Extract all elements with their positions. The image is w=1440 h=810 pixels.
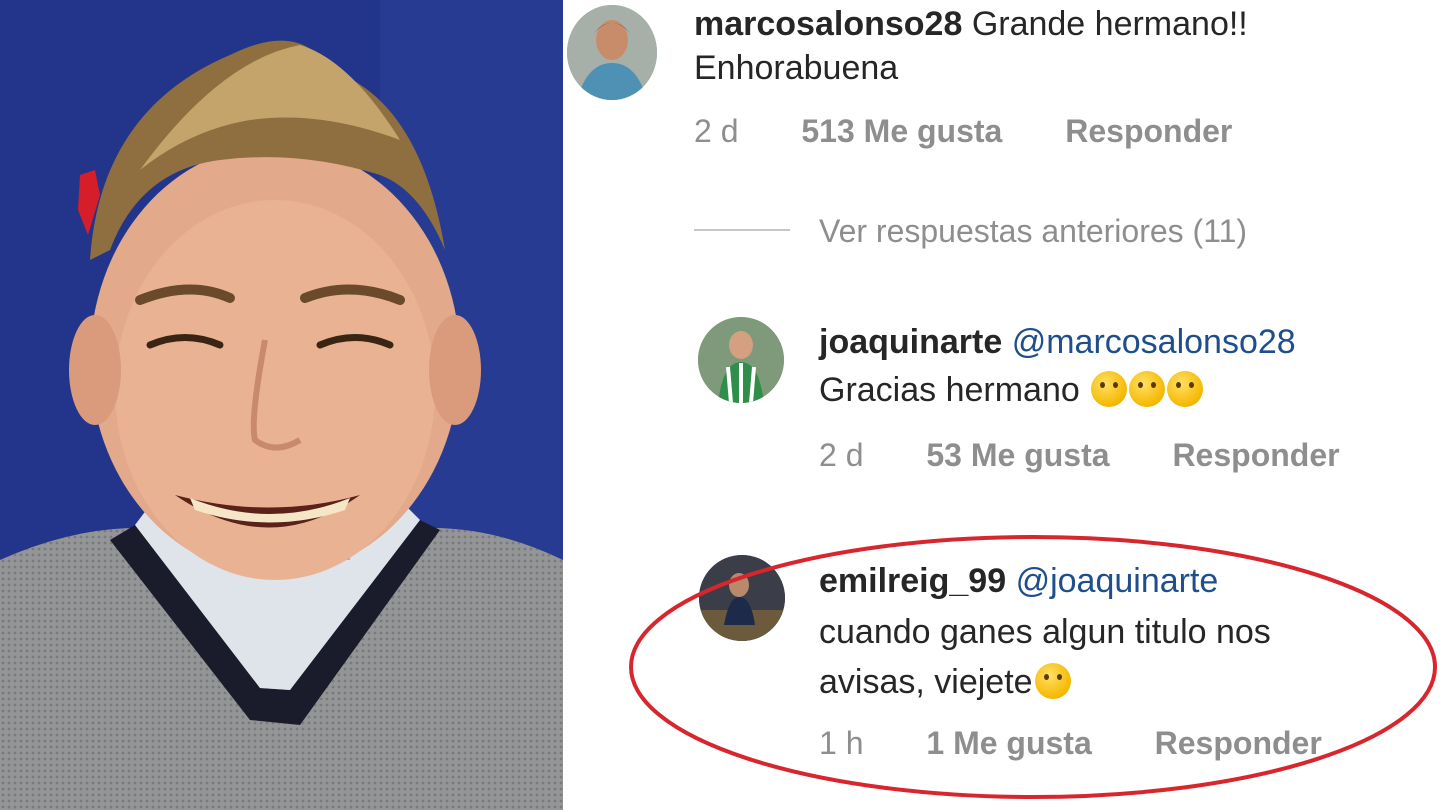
comment-2-reply-button[interactable]: Responder [1172,437,1339,473]
view-previous-replies-link[interactable]: Ver respuestas anteriores (11) [819,213,1247,250]
username-joaquinarte[interactable]: joaquinarte [819,323,1002,361]
comment-2-meta: 2 d 53 Me gusta Responder [819,435,1340,475]
comment-3-reply-button[interactable]: Responder [1155,725,1322,761]
comment-1-header: marcosalonso28 Grande hermano!! [694,4,1248,44]
comments-panel: marcosalonso28 Grande hermano!! Enhorabu… [567,0,1440,810]
winking-face-emoji [1034,663,1071,699]
comment-1-text-line2: Enhorabuena [694,49,899,87]
portrait-illustration [0,0,563,810]
comment-2-text-body: Gracias hermano [819,371,1080,409]
comment-3-text-line2-body: avisas, viejete [819,663,1033,701]
comment-3-header: emilreig_99 @joaquinarte [819,561,1218,601]
comment-1-reply-button[interactable]: Responder [1065,113,1232,149]
comment-3-meta: 1 h 1 Me gusta Responder [819,723,1322,763]
avatar-joaquinarte[interactable] [698,317,784,403]
avatar-image [699,555,785,641]
comment-2-likes[interactable]: 53 Me gusta [926,437,1109,473]
username-emilreig_99[interactable]: emilreig_99 [819,562,1006,600]
avatar-image [698,317,784,403]
face-blowing-kiss-emoji [1167,371,1204,407]
avatar-image [567,5,657,100]
comment-1-meta: 2 d 513 Me gusta Responder [694,111,1232,151]
comment-2-header: joaquinarte @marcosalonso28 [819,322,1296,362]
comment-2-time: 2 d [819,437,864,473]
comment-3-time: 1 h [819,725,864,761]
comment-3-text-line1: cuando ganes algun titulo nos [819,613,1271,651]
mention-joaquinarte[interactable]: @joaquinarte [1016,562,1219,600]
comment-2-text: Gracias hermano [819,364,1204,416]
comment-1-time: 2 d [694,113,739,149]
smiling-man-photo [0,0,563,810]
hugging-face-emoji [1129,371,1166,407]
comment-1-likes[interactable]: 513 Me gusta [801,113,1002,149]
avatar-marcosalonso28[interactable] [567,5,657,100]
mention-marcosalonso28[interactable]: @marcosalonso28 [1012,323,1296,361]
comment-1-text-line1: Grande hermano!! [971,5,1248,43]
username-marcosalonso28[interactable]: marcosalonso28 [694,5,962,43]
avatar-emilreig_99[interactable] [699,555,785,641]
comment-3-text-line2: avisas, viejete [819,656,1071,708]
view-previous-divider [694,229,790,231]
hugging-face-emoji [1091,371,1128,407]
comment-3-likes[interactable]: 1 Me gusta [926,725,1091,761]
